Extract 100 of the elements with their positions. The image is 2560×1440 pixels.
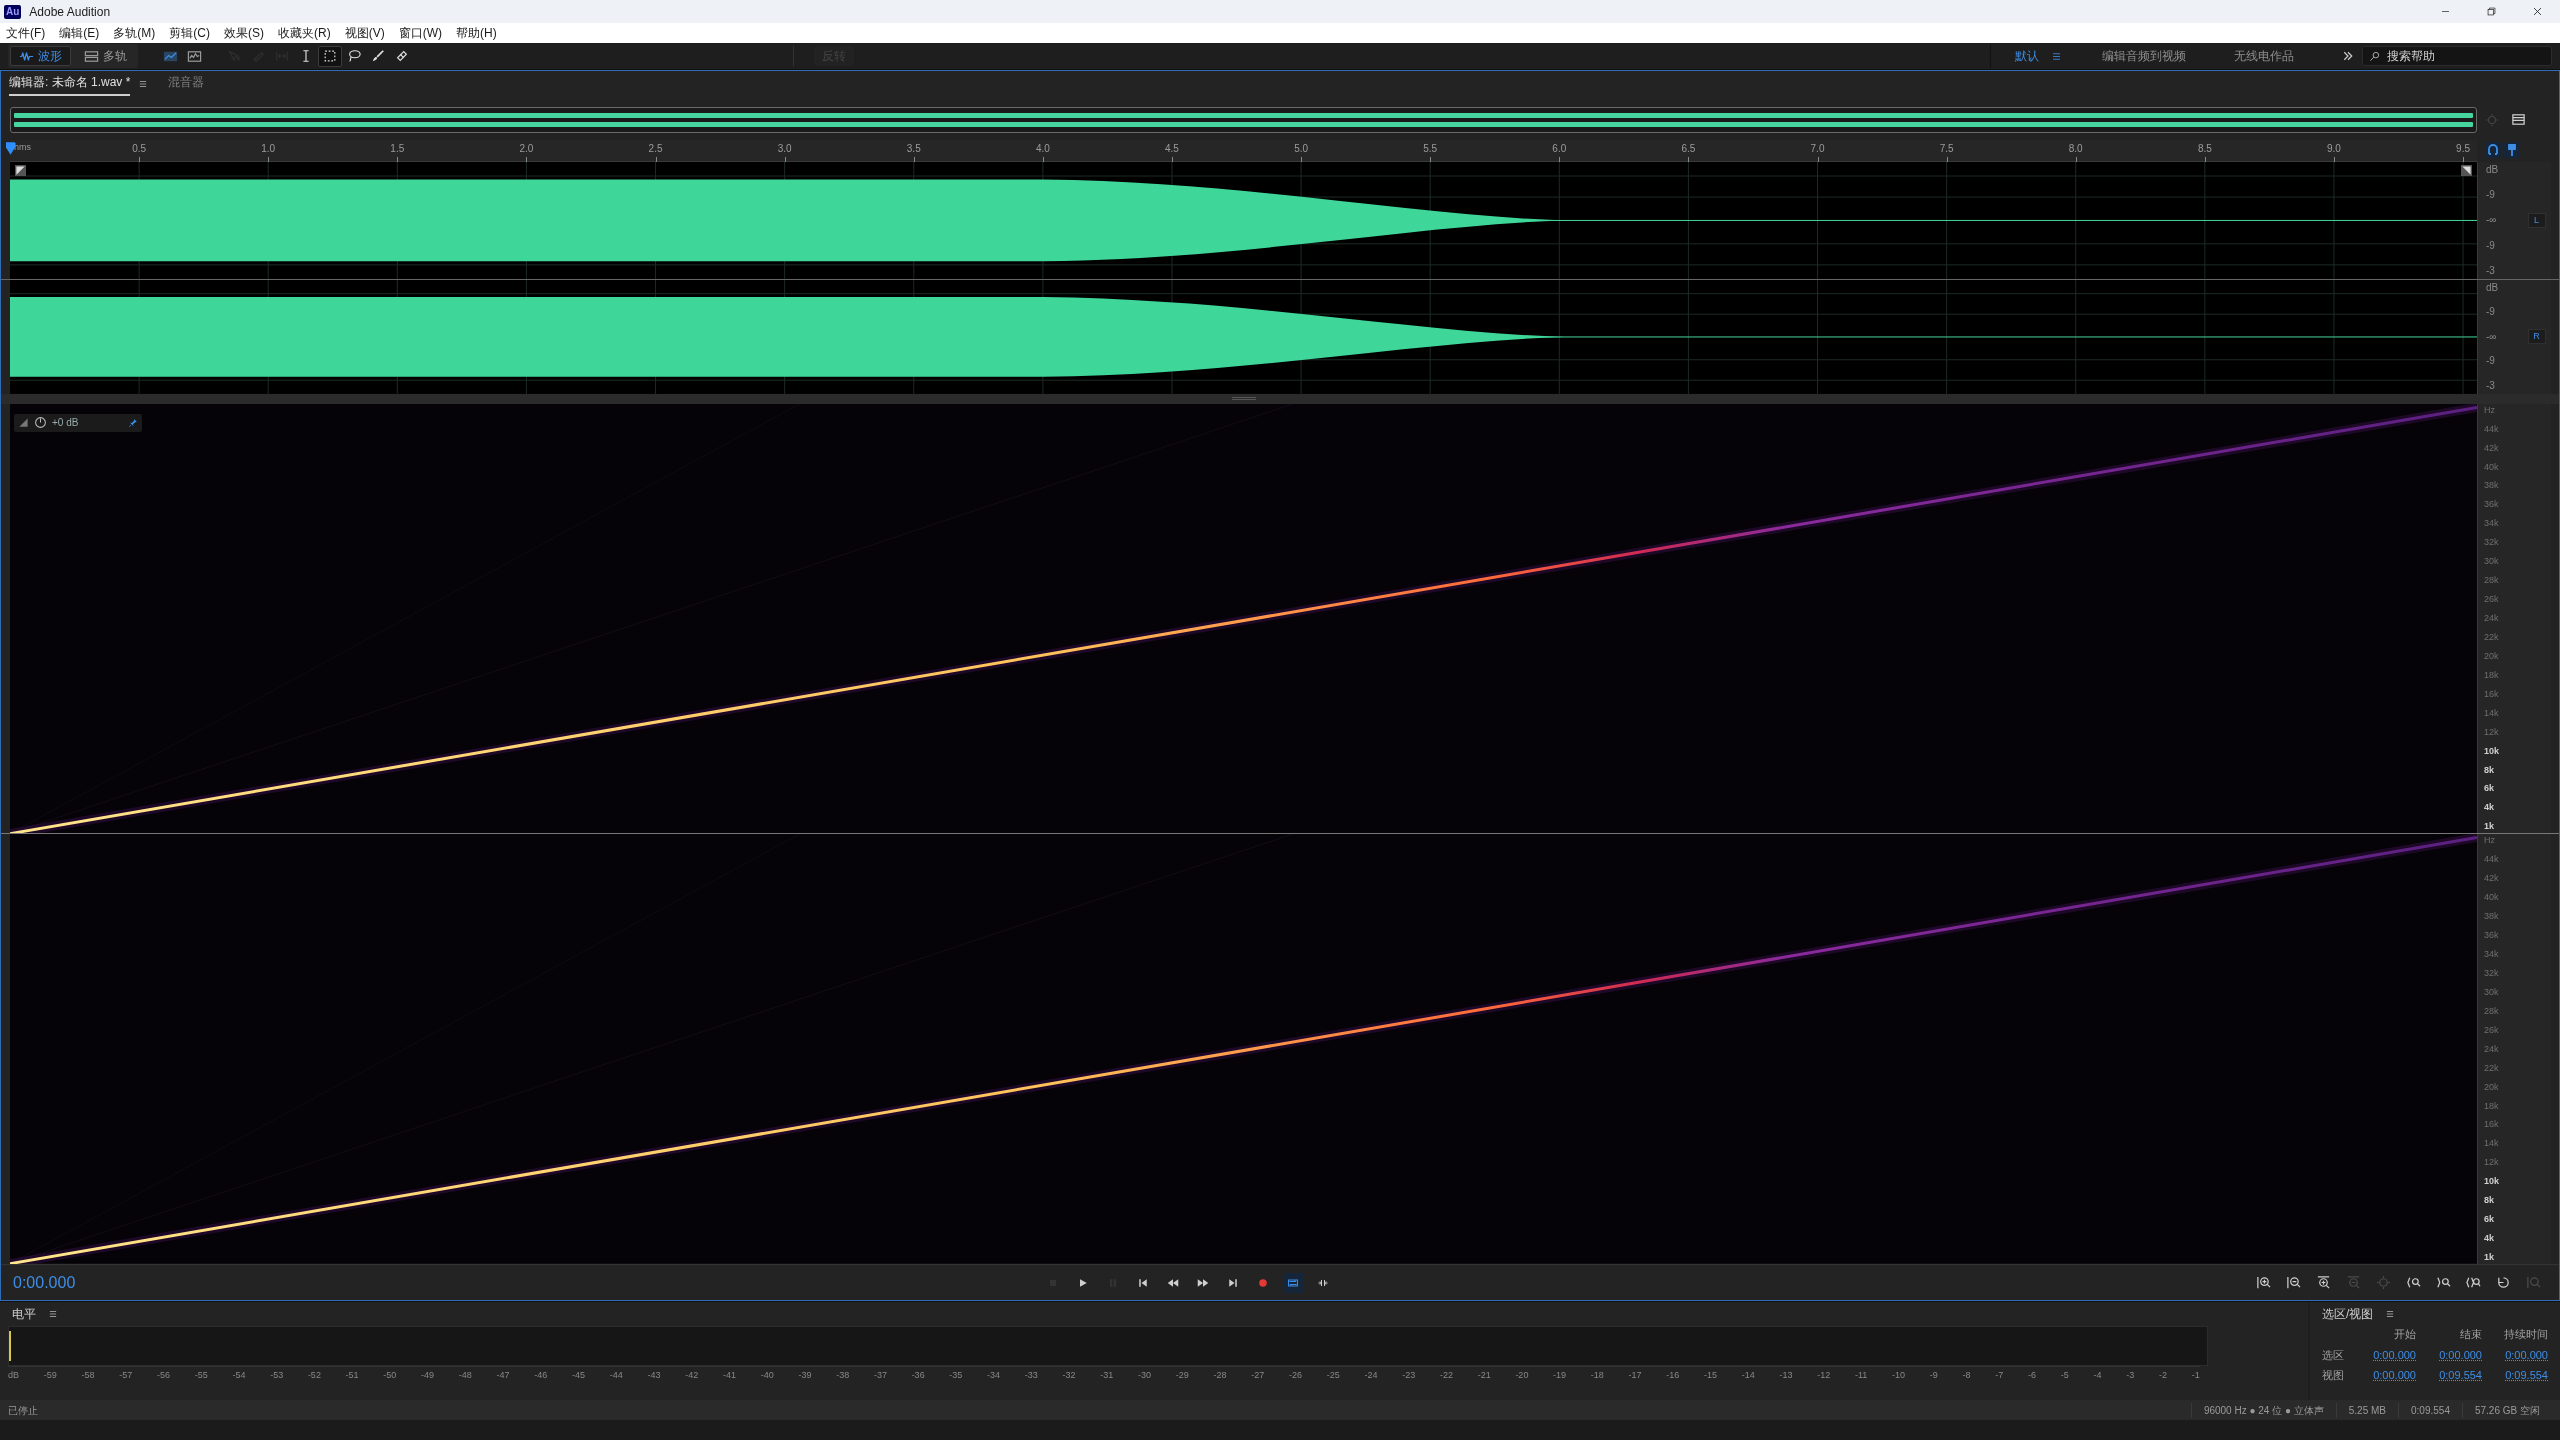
column-header: 结束 bbox=[2459, 1327, 2482, 1342]
playhead-icon[interactable] bbox=[6, 141, 15, 155]
meter-scale-label: -34 bbox=[987, 1369, 1001, 1382]
meter-scale-label: -11 bbox=[1855, 1369, 1868, 1382]
waveform-display[interactable] bbox=[10, 161, 2477, 279]
meter-scale-label: -23 bbox=[1402, 1369, 1416, 1382]
app-logo: Au bbox=[4, 4, 22, 19]
column-header: 开始 bbox=[2393, 1327, 2416, 1342]
menu-item[interactable]: 视图(V) bbox=[342, 24, 387, 42]
view-tab[interactable]: 波形 bbox=[10, 46, 71, 66]
frequency-scale-label: 10k bbox=[2484, 1176, 2501, 1188]
time-value[interactable]: 0:09.554 bbox=[2482, 1367, 2548, 1384]
healing-icon bbox=[395, 49, 409, 63]
panel-menu-icon[interactable] bbox=[48, 1309, 58, 1319]
meter-scale-label: -22 bbox=[1439, 1369, 1453, 1382]
meter-scale-label: -20 bbox=[1515, 1369, 1529, 1382]
frequency-scale-label: 22k bbox=[2484, 631, 2500, 643]
ruler-label: 5.5 bbox=[1423, 141, 1438, 156]
meter-scale-label: -24 bbox=[1364, 1369, 1378, 1382]
ruler-label: 8.5 bbox=[2197, 141, 2212, 156]
channel-button[interactable]: L bbox=[2527, 212, 2546, 228]
splitter-handle[interactable] bbox=[1231, 397, 1256, 401]
loop-button[interactable] bbox=[1283, 1272, 1303, 1293]
magnet-icon[interactable] bbox=[2485, 141, 2501, 158]
view-tab[interactable]: 多轨 bbox=[75, 46, 136, 66]
magnifier-icon bbox=[2495, 1275, 2511, 1290]
ruler-label: 0.5 bbox=[132, 141, 147, 156]
magnifier-icon bbox=[2255, 1275, 2271, 1290]
meter-scale-label: -32 bbox=[1062, 1369, 1076, 1382]
panel-menu-icon[interactable] bbox=[138, 79, 149, 90]
editor-tab[interactable]: 混音器 bbox=[168, 72, 205, 96]
editor-tab[interactable]: 编辑器: 未命名 1.wav * bbox=[9, 72, 131, 96]
frequency-scale-label: 42k bbox=[2484, 442, 2500, 454]
frequency-scale-label: 30k bbox=[2484, 986, 2500, 998]
menu-item[interactable]: 剪辑(C) bbox=[167, 24, 212, 42]
waveform-display[interactable] bbox=[10, 279, 2477, 394]
fade-out-handle-icon[interactable] bbox=[2461, 164, 2472, 176]
search-field[interactable]: 搜索帮助 bbox=[2362, 46, 2552, 66]
channel-button[interactable]: R bbox=[2527, 329, 2546, 345]
time-value[interactable]: 0:00.000 bbox=[2416, 1346, 2482, 1363]
frequency-scale-label: 26k bbox=[2484, 1024, 2500, 1036]
ruler-label: 5.0 bbox=[1294, 141, 1309, 156]
meter-scale-label: -47 bbox=[496, 1369, 510, 1382]
overview-bar[interactable] bbox=[10, 106, 2477, 133]
time-value[interactable]: 0:00.000 bbox=[2482, 1346, 2548, 1363]
status-item: 5.25 MB bbox=[2335, 1402, 2399, 1418]
frequency-scale-label: 40k bbox=[2484, 892, 2500, 904]
menu-icon[interactable] bbox=[2051, 50, 2062, 62]
knob-icon[interactable] bbox=[34, 416, 47, 430]
workspace-tab[interactable]: 编辑音频到视频 bbox=[2094, 47, 2194, 65]
loop-icon bbox=[1287, 1276, 1299, 1289]
pin-icon[interactable] bbox=[128, 417, 139, 428]
meter-scale-label: -33 bbox=[1024, 1369, 1038, 1382]
meter-scale-label: -26 bbox=[1288, 1369, 1302, 1382]
row-label: 选区 bbox=[2322, 1347, 2345, 1363]
frequency-scale-label: 44k bbox=[2484, 854, 2500, 866]
magnifier-icon bbox=[2375, 1275, 2391, 1290]
fade-in-handle-icon[interactable] bbox=[15, 164, 26, 176]
window-title: Adobe Audition bbox=[29, 3, 111, 21]
meter-scale-label: -43 bbox=[647, 1369, 661, 1382]
frequency-scale-label: 36k bbox=[2484, 499, 2500, 511]
menu-item[interactable]: 窗口(W) bbox=[396, 24, 444, 42]
meter-scale-label: -45 bbox=[572, 1369, 586, 1382]
meter-scale-label: -12 bbox=[1817, 1369, 1831, 1382]
meter-scale-label: -49 bbox=[421, 1369, 435, 1382]
menu-item[interactable]: 多轨(M) bbox=[111, 24, 158, 42]
meter-scale-label: -55 bbox=[194, 1369, 208, 1382]
frequency-scale-label: 28k bbox=[2484, 575, 2500, 587]
workspace-tab[interactable]: 默认 bbox=[2007, 47, 2047, 65]
ruler-label: 4.0 bbox=[1035, 141, 1050, 156]
workspace-tab[interactable]: 无线电作品 bbox=[2226, 47, 2302, 65]
frequency-scale-label: 38k bbox=[2484, 911, 2500, 923]
meter-scale-label: -3 bbox=[2126, 1369, 2135, 1382]
menu-item[interactable]: 收藏夹(R) bbox=[276, 24, 333, 42]
meter-scale-label: -28 bbox=[1213, 1369, 1227, 1382]
frequency-scale-label: 32k bbox=[2484, 537, 2500, 549]
double-chevron-icon[interactable] bbox=[2342, 50, 2354, 62]
menu-item[interactable]: 效果(S) bbox=[222, 24, 266, 42]
meter-scale-label: -25 bbox=[1326, 1369, 1340, 1382]
meter-scale-label: -8 bbox=[1962, 1369, 1971, 1382]
marquee-tool[interactable] bbox=[318, 45, 342, 67]
frequency-scale-label: 22k bbox=[2484, 1062, 2500, 1074]
frequency-scale-label: 26k bbox=[2484, 594, 2500, 606]
time-value[interactable]: 0:00.000 bbox=[2350, 1346, 2416, 1363]
menu-item[interactable]: 编辑(E) bbox=[57, 24, 102, 42]
time-value[interactable]: 0:09.554 bbox=[2416, 1367, 2482, 1384]
meter-scale-label: -6 bbox=[2028, 1369, 2036, 1382]
frequency-scale-label: Hz bbox=[2484, 404, 2496, 416]
time-value[interactable]: 0:00.000 bbox=[2350, 1367, 2416, 1384]
meter-scale-label: -58 bbox=[81, 1369, 95, 1382]
meter-scale-label: -13 bbox=[1779, 1369, 1793, 1382]
panel-list-icon[interactable] bbox=[2511, 112, 2526, 128]
magnifier-icon bbox=[2435, 1275, 2451, 1290]
menu-item[interactable]: 文件(F) bbox=[4, 24, 48, 42]
pin-icon[interactable] bbox=[2504, 141, 2520, 158]
menu-item[interactable]: 帮助(H) bbox=[454, 24, 499, 42]
marquee-icon bbox=[323, 49, 337, 63]
ruler-label: 1.0 bbox=[261, 141, 276, 156]
frequency-scale-label: 24k bbox=[2484, 1043, 2500, 1055]
panel-menu-icon[interactable] bbox=[2385, 1309, 2396, 1319]
